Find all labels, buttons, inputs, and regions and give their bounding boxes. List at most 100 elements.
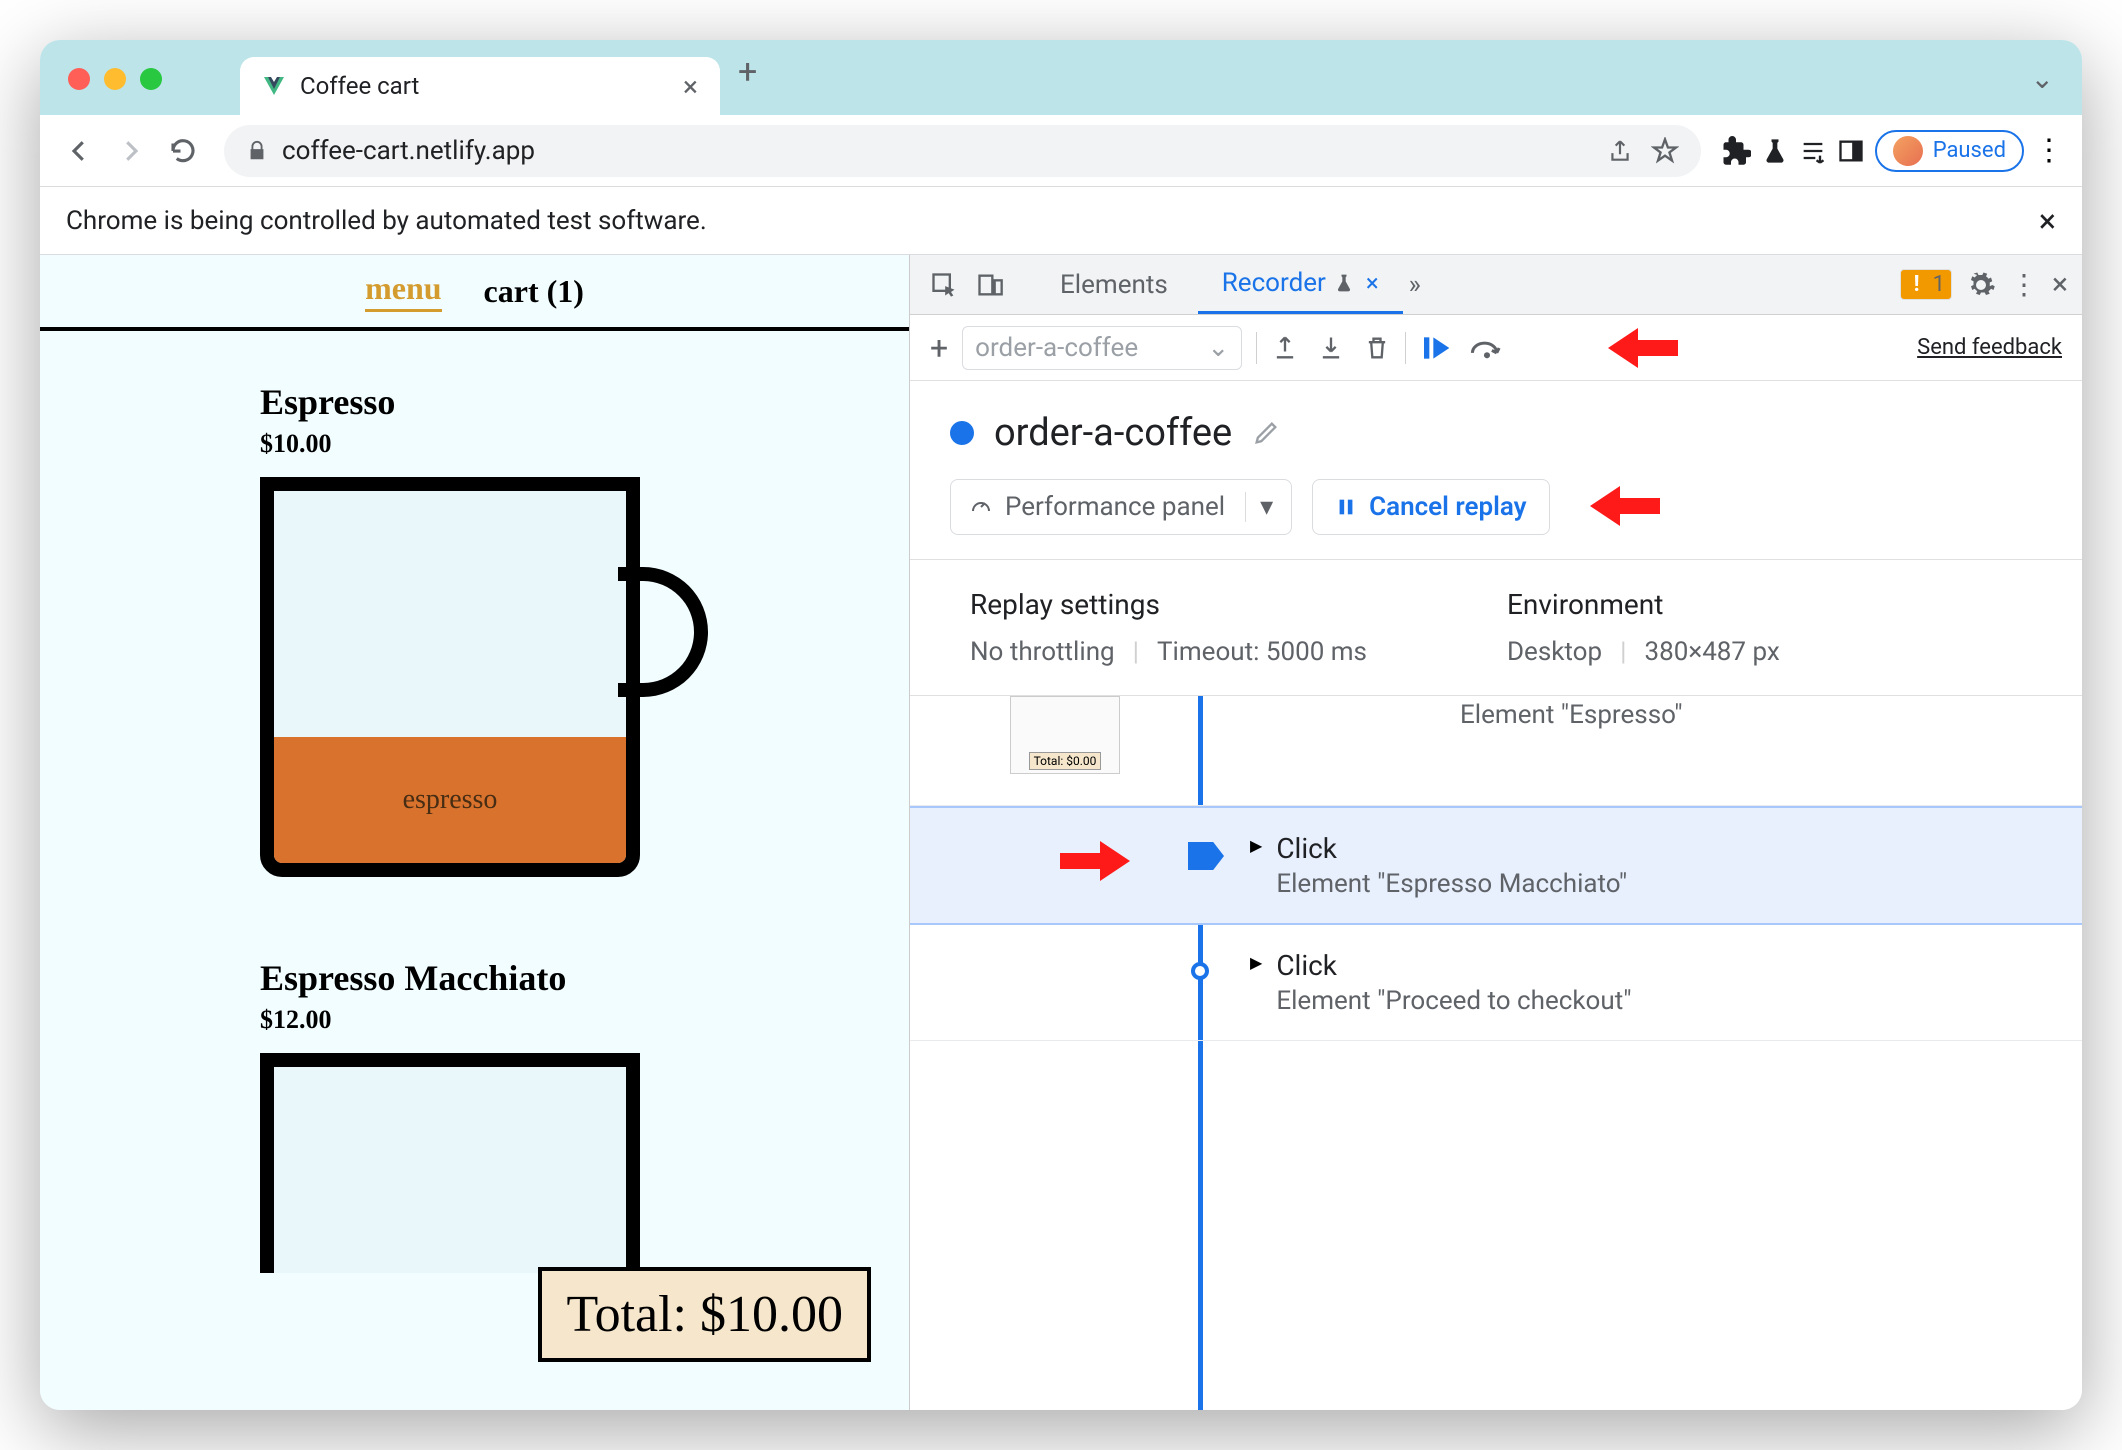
step-row[interactable]: Total: $0.00 Element "Espresso": [910, 696, 2082, 806]
minimize-window-button[interactable]: [104, 68, 126, 90]
product-title: Espresso Macchiato: [260, 957, 909, 999]
devtools-panel: Elements Recorder × » ! 1 ⋮ ×: [910, 255, 2082, 1410]
expand-caret-icon[interactable]: ▶: [1250, 953, 1262, 972]
product-espresso: Espresso $10.00 espresso: [260, 381, 909, 897]
banner-close-icon[interactable]: ×: [2039, 202, 2056, 240]
tab-strip: Coffee cart × + ⌄: [40, 40, 2082, 115]
address-bar: coffee-cart.netlify.app Paused ⋮: [40, 115, 2082, 187]
issues-badge[interactable]: ! 1: [1900, 269, 1952, 300]
step-row[interactable]: ▶ Click Element "Proceed to checkout": [910, 925, 2082, 1041]
forward-button[interactable]: [110, 130, 152, 172]
product-price: $10.00: [260, 429, 909, 459]
product-title: Espresso: [260, 381, 909, 423]
maximize-window-button[interactable]: [140, 68, 162, 90]
avatar: [1893, 136, 1923, 166]
coffee-cup[interactable]: espresso: [260, 477, 680, 897]
panel-icon[interactable]: [1837, 137, 1865, 165]
step-subtitle: Element "Espresso": [1460, 700, 1683, 730]
step-subtitle: Element "Proceed to checkout": [1276, 986, 1631, 1016]
music-icon[interactable]: [1799, 137, 1827, 165]
steps-list: Total: $0.00 Element "Espresso" ▶ Click: [910, 696, 2082, 1410]
add-recording-button[interactable]: +: [930, 329, 948, 367]
tab-close-icon[interactable]: ×: [1366, 269, 1379, 297]
step-subtitle: Element "Espresso Macchiato": [1276, 869, 1627, 899]
tab-title: Coffee cart: [300, 72, 419, 100]
pause-icon: [1335, 496, 1357, 518]
thumb-total: Total: $0.00: [1029, 752, 1102, 770]
step-over-icon[interactable]: [1470, 334, 1504, 362]
settings-row: Replay settings No throttling | Timeout:…: [910, 559, 2082, 696]
step-title: Click: [1276, 949, 1631, 982]
tab-recorder[interactable]: Recorder ×: [1198, 255, 1403, 314]
replay-settings-col: Replay settings No throttling | Timeout:…: [970, 588, 1367, 667]
timeout-value[interactable]: Timeout: 5000 ms: [1157, 637, 1367, 667]
annotation-arrow: [1590, 481, 1660, 531]
vue-icon: [262, 74, 286, 98]
recording-header: order-a-coffee: [910, 381, 2082, 479]
back-button[interactable]: [58, 130, 100, 172]
browser-menu-icon[interactable]: ⋮: [2034, 133, 2064, 168]
gear-icon[interactable]: [1966, 270, 1996, 300]
browser-tab[interactable]: Coffee cart ×: [240, 57, 720, 115]
devtools-close-icon[interactable]: ×: [2052, 267, 2068, 302]
tab-elements[interactable]: Elements: [1036, 255, 1192, 314]
cup-fill-label: espresso: [274, 737, 626, 863]
product-price: $12.00: [260, 1005, 909, 1035]
lock-icon: [246, 140, 268, 162]
product-macchiato: Espresso Macchiato $12.00: [260, 957, 909, 1273]
edit-icon[interactable]: [1252, 419, 1280, 447]
extension-icon[interactable]: [1721, 136, 1751, 166]
inspect-icon[interactable]: [924, 265, 964, 305]
performance-panel-button[interactable]: Performance panel ▾: [950, 479, 1292, 535]
issues-count: 1: [1933, 272, 1945, 297]
export-icon[interactable]: [1271, 334, 1299, 362]
automation-banner: Chrome is being controlled by automated …: [40, 187, 2082, 255]
annotation-arrow: [1608, 323, 1678, 373]
recording-name: order-a-coffee: [994, 411, 1232, 455]
step-row-active[interactable]: ▶ Click Element "Espresso Macchiato": [910, 806, 2082, 925]
recording-select-value: order-a-coffee: [975, 333, 1138, 363]
coffee-cup[interactable]: [260, 1053, 680, 1273]
url-field[interactable]: coffee-cart.netlify.app: [224, 125, 1701, 177]
device-icon[interactable]: [970, 265, 1010, 305]
cancel-replay-button[interactable]: Cancel replay: [1312, 479, 1549, 535]
share-icon[interactable]: [1607, 138, 1633, 164]
paused-label: Paused: [1933, 138, 2006, 163]
step-marker-current: [1188, 842, 1224, 870]
gauge-icon: [969, 495, 993, 519]
delete-icon[interactable]: [1363, 334, 1391, 362]
window-controls: [68, 68, 162, 90]
replay-settings-title: Replay settings: [970, 588, 1367, 621]
viewport-value[interactable]: 380×487 px: [1644, 637, 1779, 667]
flask-icon[interactable]: [1761, 137, 1789, 165]
more-tabs-icon[interactable]: »: [1409, 270, 1421, 300]
tab-close-icon[interactable]: ×: [683, 70, 698, 103]
recording-select[interactable]: order-a-coffee ⌄: [962, 326, 1242, 370]
expand-caret-icon[interactable]: ▶: [1250, 836, 1262, 855]
step-title: Click: [1276, 832, 1627, 865]
star-icon[interactable]: [1651, 137, 1679, 165]
step-thumbnail: Total: $0.00: [1010, 696, 1120, 774]
close-window-button[interactable]: [68, 68, 90, 90]
throttling-value[interactable]: No throttling: [970, 637, 1115, 667]
new-tab-button[interactable]: +: [738, 52, 757, 92]
replay-icon[interactable]: [1420, 332, 1452, 364]
annotation-arrow: [1060, 836, 1130, 886]
content-area: menu cart (1) Espresso $10.00 espresso E…: [40, 255, 2082, 1410]
nav-menu-link[interactable]: menu: [365, 270, 441, 312]
device-value[interactable]: Desktop: [1507, 637, 1602, 667]
flask-icon: [1334, 273, 1354, 293]
chevron-down-icon[interactable]: ⌄: [2031, 62, 2054, 95]
send-feedback-link[interactable]: Send feedback: [1917, 335, 2062, 360]
environment-title: Environment: [1507, 588, 1780, 621]
total-box[interactable]: Total: $10.00: [538, 1267, 871, 1362]
chevron-down-icon: ⌄: [1207, 333, 1229, 363]
nav-cart-link[interactable]: cart (1): [484, 273, 584, 310]
devtools-menu-icon[interactable]: ⋮: [2010, 268, 2038, 301]
page-panel: menu cart (1) Espresso $10.00 espresso E…: [40, 255, 910, 1410]
automation-banner-text: Chrome is being controlled by automated …: [66, 206, 707, 236]
reload-button[interactable]: [162, 130, 204, 172]
import-icon[interactable]: [1317, 334, 1345, 362]
profile-paused-pill[interactable]: Paused: [1875, 130, 2024, 172]
warning-icon: !: [1907, 275, 1927, 295]
